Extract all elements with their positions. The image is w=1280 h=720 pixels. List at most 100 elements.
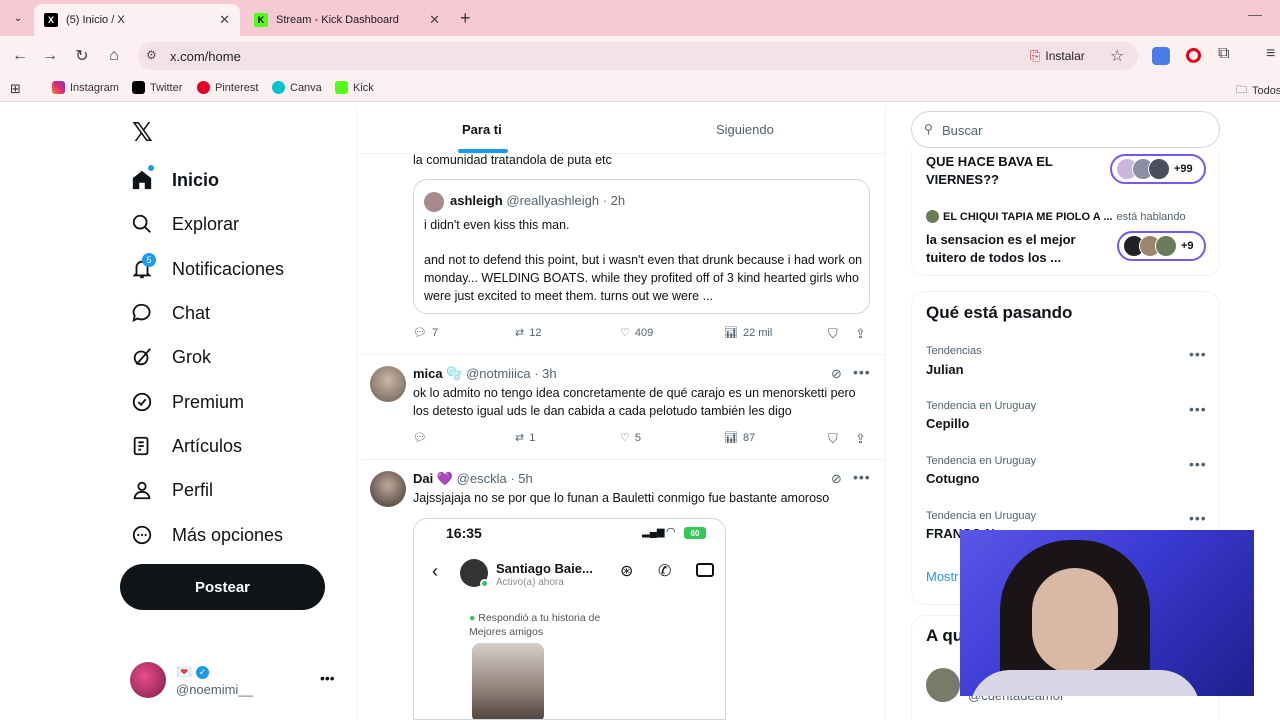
- bookmark-kick[interactable]: Kick: [335, 81, 374, 94]
- account-name: 💌 ✓: [176, 664, 210, 680]
- author-name[interactable]: Dai: [413, 471, 433, 486]
- post-more-icon[interactable]: •••: [853, 364, 871, 380]
- search-input[interactable]: ⚲ Buscar: [911, 111, 1220, 148]
- reload-icon[interactable]: ↻: [72, 46, 92, 66]
- repost-button[interactable]: ⇄ 1: [515, 431, 535, 445]
- post-time: · 5h: [510, 471, 533, 486]
- like-count: 5: [634, 431, 641, 444]
- install-app-button[interactable]: ⎘ Instalar: [1030, 48, 1085, 64]
- bookmarks-folder[interactable]: 🗀 Todos: [1236, 81, 1280, 100]
- like-button[interactable]: ♡ 5: [620, 431, 641, 445]
- author-name[interactable]: mica: [413, 366, 443, 381]
- minimize-window-button[interactable]: —: [1248, 6, 1262, 22]
- bookmark-canva[interactable]: Canva: [272, 81, 322, 94]
- trend-more-icon[interactable]: •••: [1189, 510, 1207, 526]
- show-more-link[interactable]: Mostr: [926, 569, 959, 584]
- views-button[interactable]: 📊︎ 87: [724, 431, 755, 445]
- new-tab-button[interactable]: +: [460, 8, 471, 29]
- tab-list-dropdown[interactable]: ⌄: [10, 10, 26, 26]
- reply-button[interactable]: 💬︎ 7: [413, 326, 438, 340]
- account-handle: @noemimi__: [176, 682, 253, 697]
- account-more-icon[interactable]: •••: [320, 670, 335, 686]
- grok-explain-icon[interactable]: ⊘: [831, 471, 842, 487]
- reply-icon: 💬︎: [413, 432, 427, 444]
- sidebar-item-label: Chat: [172, 302, 211, 323]
- kick-favicon-icon: K: [254, 13, 268, 27]
- reply-button[interactable]: 💬︎: [413, 431, 427, 444]
- opera-extension-icon[interactable]: [1186, 48, 1201, 63]
- translate-extension-icon[interactable]: [1152, 47, 1170, 65]
- instagram-icon: [52, 81, 65, 94]
- avatar[interactable]: [926, 668, 960, 702]
- close-tab-icon[interactable]: ✕: [219, 12, 230, 28]
- views-chart-icon: 📊︎: [724, 432, 738, 444]
- trend-more-icon[interactable]: •••: [1189, 346, 1207, 362]
- chat-icon: [130, 301, 154, 325]
- sidebar-item-notificaciones[interactable]: 5 Notificaciones: [130, 253, 284, 284]
- sidebar-item-chat[interactable]: Chat: [130, 298, 210, 328]
- post-button[interactable]: Postear: [120, 564, 325, 610]
- space-listeners-pill[interactable]: +9: [1117, 231, 1206, 261]
- grok-explain-icon[interactable]: ⊘: [831, 366, 842, 382]
- reading-list-icon[interactable]: ≡: [1266, 45, 1275, 63]
- forward-arrow-icon[interactable]: →: [40, 46, 60, 66]
- space-host-status: está hablando: [1116, 210, 1186, 223]
- space-title[interactable]: QUE HACE BAVA EL VIERNES??: [926, 153, 1086, 189]
- trend-more-icon[interactable]: •••: [1189, 456, 1207, 472]
- trend-more-icon[interactable]: •••: [1189, 401, 1207, 417]
- trend-label: Tendencias: [926, 345, 982, 357]
- space-title[interactable]: la sensacion es el mejor tuitero de todo…: [926, 231, 1096, 267]
- sidebar-item-premium[interactable]: Premium: [130, 387, 244, 417]
- sidebar-item-inicio[interactable]: Inicio: [130, 165, 219, 195]
- bookmark-button[interactable]: ⛉: [828, 431, 838, 447]
- bookmark-star-icon[interactable]: ☆: [1110, 46, 1124, 66]
- avatar[interactable]: [370, 471, 406, 507]
- sidebar-item-explorar[interactable]: Explorar: [130, 209, 239, 239]
- address-bar[interactable]: ⚙ x.com/home: [138, 42, 1138, 70]
- tab-siguiendo[interactable]: Siguiendo: [716, 122, 774, 137]
- share-button[interactable]: ⇪: [855, 326, 866, 342]
- share-button[interactable]: ⇪: [855, 431, 866, 447]
- browser-tab-kick[interactable]: K Stream - Kick Dashboard ✕: [244, 4, 450, 36]
- extensions-puzzle-icon[interactable]: ⧉: [1218, 45, 1229, 63]
- verified-badge-icon: ✓: [196, 665, 210, 679]
- sidebar-item-mas-opciones[interactable]: Más opciones: [130, 520, 283, 550]
- x-logo-icon[interactable]: 𝕏: [132, 117, 153, 148]
- bookmark-label: Instagram: [70, 81, 119, 94]
- trending-title: Qué está pasando: [926, 303, 1073, 322]
- bookmark-instagram[interactable]: Instagram: [52, 81, 119, 94]
- sidebar-item-perfil[interactable]: Perfil: [130, 475, 213, 505]
- avatar: [1155, 235, 1177, 257]
- views-button[interactable]: 📊︎ 22 mil: [724, 326, 772, 340]
- author-handle[interactable]: @esckla: [457, 471, 507, 486]
- avatar[interactable]: [370, 366, 406, 402]
- sidebar-item-grok[interactable]: Grok: [130, 342, 211, 372]
- author-handle[interactable]: @notmiiica: [466, 366, 531, 381]
- post-text: ok lo admito no tengo idea concretamente…: [413, 386, 856, 418]
- account-switcher[interactable]: 💌 ✓ @noemimi__ •••: [130, 662, 340, 700]
- webcam-overlay: [960, 530, 1254, 696]
- like-button[interactable]: ♡ 409: [620, 326, 653, 340]
- home-browser-icon[interactable]: ⌂: [104, 46, 124, 66]
- apps-grid-icon[interactable]: ⊞: [10, 81, 21, 97]
- post-media-image[interactable]: 16:35 ▂▄▆ ◠ 60 ‹ Santiago Baie... Activo…: [413, 518, 726, 720]
- browser-tab-x-home[interactable]: X (5) Inicio / X ✕: [34, 4, 240, 36]
- repost-button[interactable]: ⇄ 12: [515, 326, 541, 340]
- bookmark-button[interactable]: ⛉: [828, 326, 838, 342]
- post-more-icon[interactable]: •••: [853, 469, 871, 485]
- close-tab-icon[interactable]: ✕: [429, 12, 440, 28]
- heart-icon: ♡: [620, 432, 630, 444]
- sidebar-item-articulos[interactable]: Artículos: [130, 431, 242, 461]
- space-listeners-pill[interactable]: +99: [1110, 154, 1206, 184]
- back-arrow-icon[interactable]: ←: [10, 46, 30, 66]
- tab-para-ti[interactable]: Para ti: [462, 122, 502, 137]
- sidebar-item-label: Grok: [172, 346, 212, 367]
- quoted-post[interactable]: ashleigh @reallyashleigh · 2h i didn't e…: [413, 179, 870, 314]
- trend-name[interactable]: Julian: [926, 362, 964, 377]
- trend-name[interactable]: Cepillo: [926, 416, 969, 431]
- site-info-icon[interactable]: ⚙: [146, 48, 157, 62]
- bookmark-twitter[interactable]: Twitter: [132, 81, 182, 94]
- bookmark-label: Kick: [353, 81, 374, 94]
- trend-name[interactable]: Cotugno: [926, 471, 979, 486]
- bookmark-pinterest[interactable]: Pinterest: [197, 81, 258, 94]
